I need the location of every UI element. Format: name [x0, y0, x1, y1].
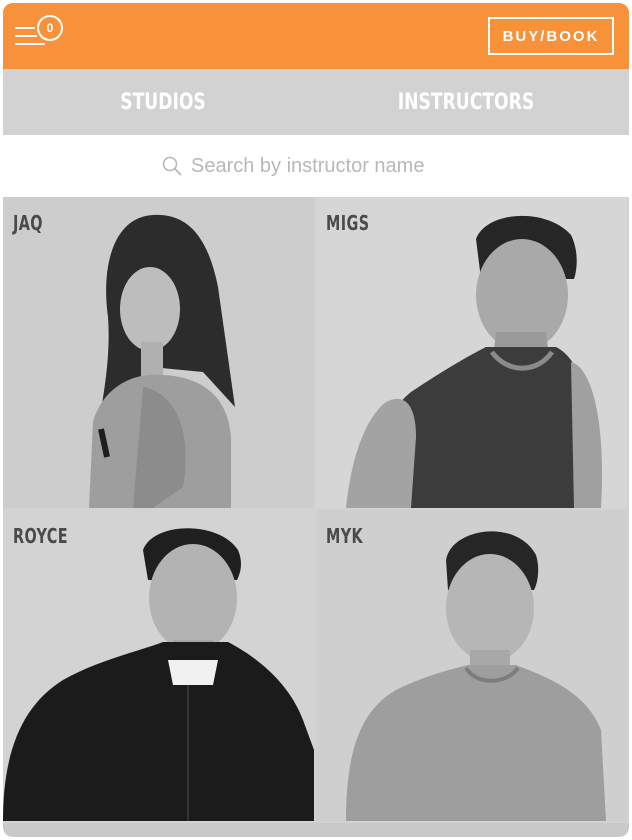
instructor-grid: JAQ MIGS ROYCE MYK: [3, 197, 629, 823]
search-bar: [3, 135, 629, 197]
instructor-card-jaq[interactable]: JAQ: [3, 197, 314, 508]
bottom-strip: [3, 823, 629, 837]
instructor-photo: [346, 215, 602, 508]
instructor-name: MIGS: [326, 211, 370, 235]
tab-instructors[interactable]: INSTRUCTORS: [398, 69, 534, 135]
instructor-photo: [346, 531, 606, 821]
buy-book-button[interactable]: BUY/BOOK: [488, 17, 614, 55]
app-frame: 0 BUY/BOOK STUDIOS INSTRUCTORS JAQ: [3, 3, 629, 837]
instructor-card-migs[interactable]: MIGS: [316, 197, 627, 508]
instructor-photo: [89, 214, 235, 508]
instructor-name: MYK: [326, 524, 364, 548]
cart-count-badge: 0: [37, 15, 63, 41]
top-bar: 0 BUY/BOOK: [3, 3, 629, 69]
menu-icon-line: [15, 43, 45, 45]
search-icon: [162, 156, 182, 176]
instructor-photo: [3, 528, 314, 821]
instructor-search-input[interactable]: [191, 154, 471, 178]
tab-bar: STUDIOS INSTRUCTORS: [3, 69, 629, 185]
menu-icon: [15, 27, 35, 29]
instructor-name: JAQ: [13, 211, 43, 235]
instructor-card-myk[interactable]: MYK: [316, 510, 627, 821]
menu-button[interactable]: 0: [15, 15, 67, 55]
tab-studios[interactable]: STUDIOS: [101, 69, 226, 135]
menu-icon-line: [15, 35, 37, 37]
instructor-card-royce[interactable]: ROYCE: [3, 510, 314, 821]
instructor-name: ROYCE: [13, 524, 68, 548]
